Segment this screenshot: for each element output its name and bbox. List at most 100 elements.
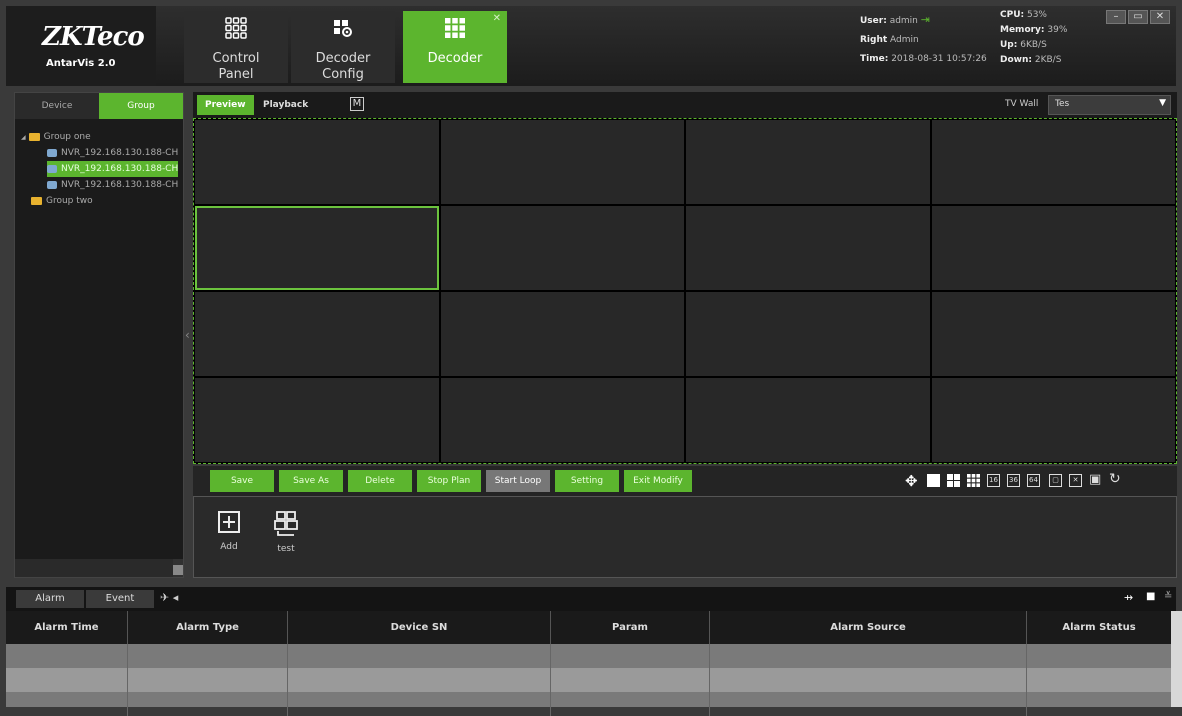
pin-icon[interactable]: ⇸ xyxy=(1124,591,1133,604)
video-cell[interactable] xyxy=(195,292,439,376)
tree-node-group-one[interactable]: ◢ Group one xyxy=(21,129,91,145)
video-cell-selected[interactable] xyxy=(195,206,439,290)
clear-icon[interactable]: ✕ xyxy=(1069,474,1082,487)
app-version: AntarVis 2.0 xyxy=(46,58,116,69)
tab-label: Decoder xyxy=(427,51,483,66)
decoder-config-icon xyxy=(334,20,352,37)
col-alarm-source[interactable]: Alarm Source xyxy=(710,611,1027,644)
screen-output-icon[interactable]: ▣ xyxy=(1089,472,1101,487)
decoder-icon xyxy=(445,18,465,38)
video-cell[interactable] xyxy=(931,292,1175,376)
collapse-panel-icon[interactable]: ≚ xyxy=(1164,591,1172,602)
table-header: Alarm Time Alarm Type Device SN Param Al… xyxy=(6,611,1171,644)
session-info: User: admin ⇥ Right Admin Time: 2018-08-… xyxy=(860,13,987,64)
mute-sound-icon[interactable]: ✈ ◂ xyxy=(160,591,178,604)
table-scrollbar[interactable] xyxy=(1171,611,1182,707)
tab-device[interactable]: Device xyxy=(15,93,99,119)
video-cell[interactable] xyxy=(686,120,930,204)
resource-info: CPU: 53% Memory: 39% Up: 6KB/S Down: 2KB… xyxy=(1000,10,1068,65)
start-loop-button[interactable]: Start Loop xyxy=(486,470,550,492)
folder-icon xyxy=(31,196,42,205)
fullscreen-icon[interactable]: ▢ xyxy=(1049,474,1062,487)
camera-icon xyxy=(47,148,57,157)
tab-label: Decoder Config xyxy=(315,51,371,82)
col-alarm-type[interactable]: Alarm Type xyxy=(128,611,288,644)
decoder-workspace: Preview Playback M TV Wall Tes ▼ Save Sa… xyxy=(193,92,1177,578)
collapse-pane-icon[interactable]: ‹ xyxy=(185,328,190,342)
layout-36-icon[interactable]: 36 xyxy=(1007,474,1020,487)
tvwall-label: TV Wall xyxy=(1005,99,1039,109)
stop-plan-button[interactable]: Stop Plan xyxy=(417,470,481,492)
tab-group[interactable]: Group xyxy=(99,93,183,119)
tree-node-camera[interactable]: NVR_192.168.130.188-CH xyxy=(47,161,179,177)
plan-item-test[interactable]: test xyxy=(266,511,306,554)
tab-alarm[interactable]: Alarm xyxy=(16,590,84,608)
add-plan-icon xyxy=(218,511,240,533)
setting-button[interactable]: Setting xyxy=(555,470,619,492)
action-bar: Save Save As Delete Stop Plan Start Loop… xyxy=(193,466,1177,496)
top-bar: ZKTeco AntarVis 2.0 Control Panel Decode… xyxy=(6,6,1176,86)
tree-node-camera[interactable]: NVR_192.168.130.188-CH xyxy=(47,177,178,193)
table-row[interactable] xyxy=(6,692,1171,716)
video-cell[interactable] xyxy=(686,378,930,462)
layout-16-icon[interactable]: 16 xyxy=(987,474,1000,487)
exit-modify-button[interactable]: Exit Modify xyxy=(624,470,692,492)
mode-toggle-button[interactable]: M xyxy=(350,97,364,111)
video-cell[interactable] xyxy=(686,292,930,376)
video-cell[interactable] xyxy=(440,120,684,204)
video-cell[interactable] xyxy=(440,378,684,462)
tab-label: Control Panel xyxy=(212,51,260,82)
camera-icon xyxy=(47,164,57,173)
layout-4-icon[interactable] xyxy=(947,474,960,487)
alarm-table: Alarm Time Alarm Type Device SN Param Al… xyxy=(6,611,1171,716)
maximize-panel-icon[interactable]: ■ xyxy=(1146,591,1155,602)
add-plan-button[interactable]: Add xyxy=(209,511,249,552)
close-tab-icon[interactable]: ✕ xyxy=(493,13,501,24)
col-alarm-time[interactable]: Alarm Time xyxy=(6,611,128,644)
save-as-button[interactable]: Save As xyxy=(279,470,343,492)
plan-list: Add test xyxy=(193,496,1177,578)
close-window-button[interactable]: ✕ xyxy=(1150,10,1170,24)
tree-hscroll[interactable] xyxy=(15,559,173,577)
tab-decoder[interactable]: Decoder ✕ xyxy=(403,11,507,83)
col-alarm-status[interactable]: Alarm Status xyxy=(1027,611,1171,644)
restore-button[interactable]: ▭ xyxy=(1128,10,1148,24)
table-row[interactable] xyxy=(6,668,1171,692)
video-cell[interactable] xyxy=(931,120,1175,204)
tv-wall-grid xyxy=(193,118,1177,464)
video-cell[interactable] xyxy=(931,206,1175,290)
video-cell[interactable] xyxy=(440,206,684,290)
tree-node-group-two[interactable]: Group two xyxy=(31,193,93,209)
video-cell[interactable] xyxy=(931,378,1175,462)
chevron-down-icon: ▼ xyxy=(1159,98,1166,108)
refresh-icon[interactable]: ↻ xyxy=(1109,471,1121,487)
logout-icon[interactable]: ⇥ xyxy=(921,13,930,26)
folder-icon xyxy=(28,132,40,141)
layout-64-icon[interactable]: 64 xyxy=(1027,474,1040,487)
save-button[interactable]: Save xyxy=(210,470,274,492)
tab-preview[interactable]: Preview xyxy=(197,95,254,115)
resize-grip-icon[interactable] xyxy=(173,565,183,575)
video-cell[interactable] xyxy=(686,206,930,290)
col-param[interactable]: Param xyxy=(551,611,710,644)
device-group-pane: Device Group ◢ Group one NVR_192.168.130.… xyxy=(14,92,184,578)
tvwall-select[interactable]: Tes ▼ xyxy=(1048,95,1171,115)
delete-button[interactable]: Delete xyxy=(348,470,412,492)
minimize-button[interactable]: – xyxy=(1106,10,1126,24)
tab-decoder-config[interactable]: Decoder Config xyxy=(291,11,395,83)
video-cell[interactable] xyxy=(195,120,439,204)
tree-node-camera[interactable]: NVR_192.168.130.188-CH xyxy=(47,145,178,161)
video-cell[interactable] xyxy=(440,292,684,376)
layout-1-icon[interactable] xyxy=(927,474,940,487)
tab-playback[interactable]: Playback xyxy=(255,95,316,115)
ptz-move-icon[interactable]: ✥ xyxy=(905,472,918,490)
preview-toolbar: Preview Playback M TV Wall Tes ▼ xyxy=(193,92,1177,118)
expand-arrow-icon[interactable]: ◢ xyxy=(21,134,26,141)
video-cell[interactable] xyxy=(195,378,439,462)
tab-control-panel[interactable]: Control Panel xyxy=(184,11,288,83)
col-device-sn[interactable]: Device SN xyxy=(288,611,551,644)
layout-9-icon[interactable] xyxy=(967,474,980,487)
tab-event[interactable]: Event xyxy=(86,590,154,608)
table-row[interactable] xyxy=(6,644,1171,668)
plan-layout-icon xyxy=(274,511,298,536)
